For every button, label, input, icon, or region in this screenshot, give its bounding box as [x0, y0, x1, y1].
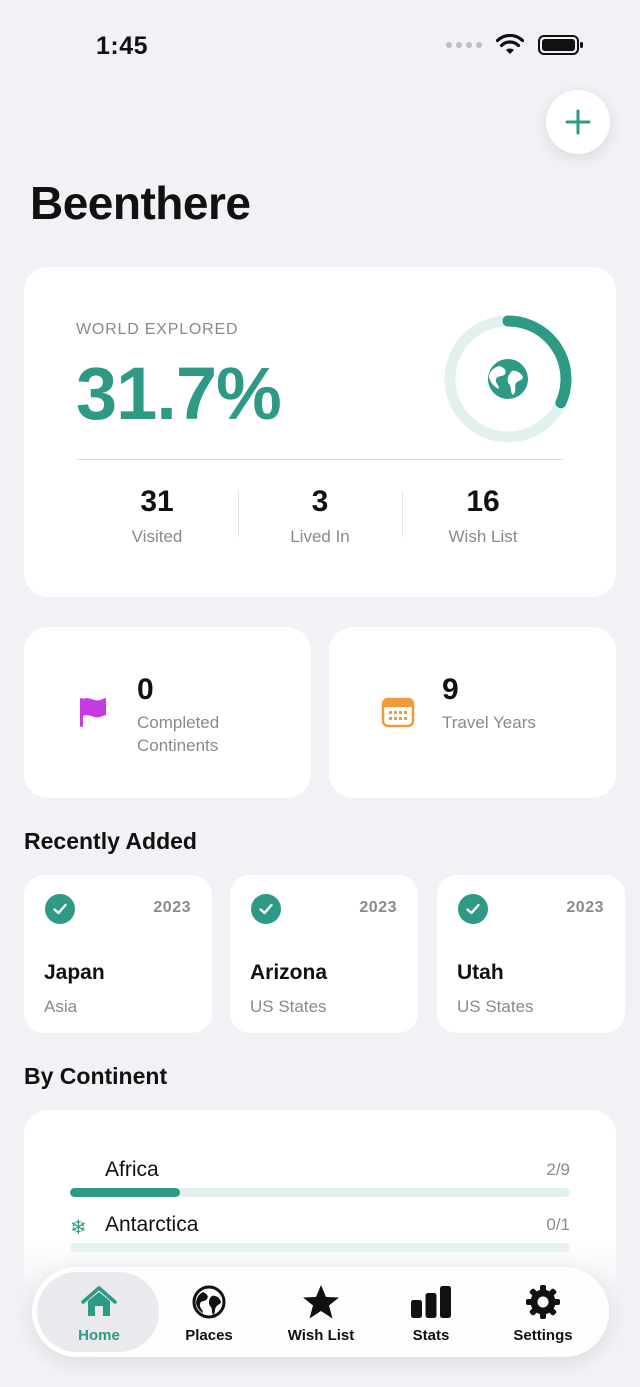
recently-added-title: Recently Added	[24, 828, 197, 854]
travel-years-card[interactable]: 9 Travel Years	[329, 627, 616, 798]
recent-year: 2023	[359, 899, 397, 916]
tab-label: Places	[185, 1326, 233, 1344]
recent-name: Japan	[44, 961, 105, 984]
tab-bar: Home Places Wish List Stats Settings	[32, 1267, 609, 1357]
stat-label: Visited	[131, 527, 183, 546]
world-explored-percent: 31.7%	[76, 352, 282, 435]
recent-year: 2023	[153, 899, 191, 916]
status-time: 1:45	[96, 32, 149, 60]
recent-category: US States	[457, 997, 534, 1016]
stat-value: 31	[140, 485, 174, 518]
progress-ring	[444, 315, 572, 443]
home-icon	[80, 1283, 118, 1321]
completed-continents-card[interactable]: 0 Completed Continents	[24, 627, 311, 798]
tab-places[interactable]: Places	[154, 1268, 264, 1358]
summary-label: Travel Years	[442, 713, 536, 732]
recent-place-card[interactable]: 2023 Japan Asia	[24, 875, 212, 1033]
checkmark-icon	[458, 894, 488, 924]
recent-name: Utah	[457, 961, 504, 984]
recent-place-card[interactable]: 2023 Arizona US States	[230, 875, 418, 1033]
divider	[76, 459, 564, 460]
world-explored-card[interactable]: WORLD EXPLORED 31.7% 31 Visited 3 Lived …	[24, 267, 616, 597]
status-icons	[446, 34, 584, 56]
summary-value: 9	[442, 673, 459, 706]
page-title: Beenthere	[30, 177, 251, 229]
globe-icon	[488, 359, 528, 399]
tab-settings[interactable]: Settings	[488, 1268, 598, 1358]
stat-label: Wish List	[448, 527, 518, 546]
tab-label: Stats	[412, 1326, 450, 1344]
tab-stats[interactable]: Stats	[376, 1268, 486, 1358]
bar-chart-icon	[410, 1283, 452, 1321]
continent-count: 2/9	[546, 1160, 570, 1179]
gear-icon	[525, 1283, 561, 1321]
snowflake-icon: ❄	[70, 1217, 87, 1239]
flag-icon	[80, 698, 106, 727]
by-continent-title: By Continent	[24, 1063, 168, 1089]
continent-name: Africa	[105, 1158, 159, 1181]
checkmark-icon	[45, 894, 75, 924]
continent-count: 0/1	[546, 1215, 570, 1234]
recent-name: Arizona	[250, 961, 328, 984]
continent-progress-fill	[70, 1188, 180, 1197]
divider	[402, 491, 403, 537]
tab-label: Home	[78, 1326, 120, 1344]
star-icon	[302, 1283, 340, 1321]
calendar-icon	[381, 697, 415, 728]
wifi-icon	[496, 34, 524, 54]
plus-icon	[565, 109, 591, 135]
summary-value: 0	[137, 673, 154, 706]
recent-year: 2023	[566, 899, 604, 916]
tab-home[interactable]: Home	[44, 1268, 154, 1358]
summary-label: Completed Continents	[137, 713, 220, 755]
battery-icon	[538, 35, 583, 55]
recent-place-card[interactable]: 2023 Utah US States	[437, 875, 625, 1033]
continent-progress-track	[70, 1188, 570, 1197]
divider	[238, 491, 239, 537]
stat-value: 16	[466, 485, 500, 518]
recent-category: Asia	[44, 997, 78, 1016]
world-explored-label: WORLD EXPLORED	[76, 321, 239, 338]
signal-dots-icon	[446, 42, 482, 48]
add-place-button[interactable]	[546, 90, 610, 154]
tab-label: Wish List	[287, 1326, 355, 1344]
stat-lived-in[interactable]: 3 Lived In	[250, 485, 390, 547]
checkmark-icon	[251, 894, 281, 924]
stat-wish-list[interactable]: 16 Wish List	[413, 485, 553, 547]
stat-label: Lived In	[290, 527, 350, 546]
recent-category: US States	[250, 997, 327, 1016]
tab-wish-list[interactable]: Wish List	[266, 1268, 376, 1358]
tab-label: Settings	[513, 1326, 573, 1344]
stat-value: 3	[311, 485, 329, 518]
continent-name: Antarctica	[105, 1213, 199, 1236]
globe-icon	[191, 1283, 227, 1321]
stat-visited[interactable]: 31 Visited	[87, 485, 227, 547]
status-bar: 1:45	[0, 0, 640, 90]
